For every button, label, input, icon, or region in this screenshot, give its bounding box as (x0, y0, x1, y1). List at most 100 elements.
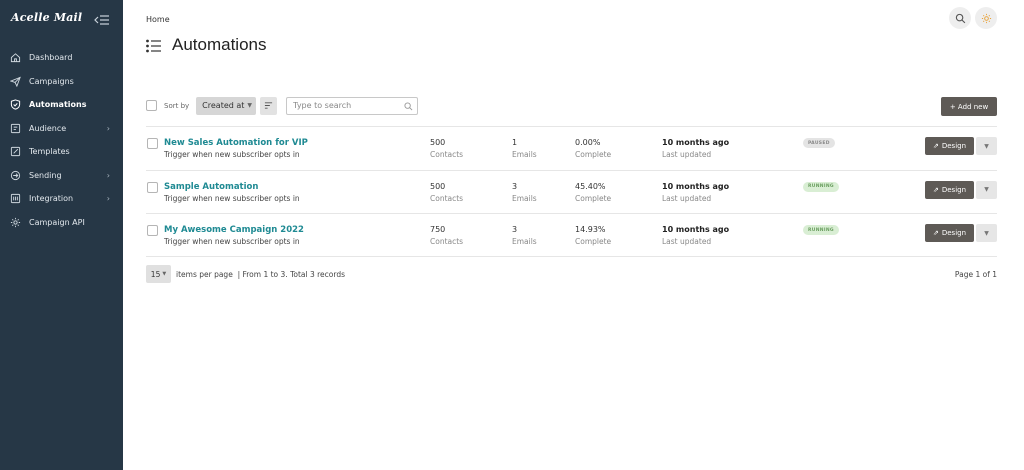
pagination-summary: items per page | From 1 to 3. Total 3 re… (176, 269, 345, 279)
contacts-label: Contacts (430, 237, 464, 246)
list-toolbar: Sort by Created at ▼ (146, 96, 419, 115)
theme-toggle-button[interactable] (975, 7, 997, 29)
caret-down-icon: ▼ (984, 186, 989, 193)
emails-value: 1 (512, 138, 518, 147)
updated-value: 10 months ago (662, 181, 730, 191)
row-checkbox[interactable] (147, 181, 158, 193)
contacts-label: Contacts (430, 150, 464, 159)
sort-by-value: Created at (202, 101, 245, 110)
search-input[interactable] (293, 101, 399, 110)
shield-check-icon (10, 99, 21, 110)
automation-name-link[interactable]: My Awesome Campaign 2022 (164, 224, 304, 236)
complete-cell: 0.00% Complete (575, 137, 611, 160)
per-page-select[interactable]: 15 ▼ (146, 265, 171, 283)
page-title: Automations (146, 35, 267, 55)
design-button[interactable]: ⇗ Design (925, 137, 974, 155)
sidebar-item-dashboard[interactable]: Dashboard (0, 46, 123, 70)
automation-name-link[interactable]: New Sales Automation for VIP (164, 137, 308, 149)
status-badge: RUNNING (803, 181, 839, 192)
sidebar-item-label: Sending (29, 170, 62, 180)
updated-label: Last updated (662, 150, 712, 159)
complete-label: Complete (575, 150, 612, 159)
sort-direction-button[interactable] (260, 96, 278, 115)
table-row: New Sales Automation for VIP Trigger whe… (146, 126, 997, 170)
sidebar-item-label: Dashboard (29, 53, 73, 63)
sidebar-item-audience[interactable]: Audience › (0, 117, 123, 141)
design-button-label: Design (941, 185, 967, 194)
add-new-button[interactable]: + Add new (941, 97, 997, 116)
chevron-right-icon: › (106, 123, 110, 133)
emails-value: 3 (512, 225, 518, 234)
row-checkbox[interactable] (147, 138, 158, 149)
emails-cell: 3 Emails (512, 224, 537, 247)
automation-name-cell: New Sales Automation for VIP Trigger whe… (164, 137, 308, 160)
contacts-value: 500 (430, 138, 446, 147)
sidebar-item-label: Audience (29, 123, 67, 133)
gear-icon (10, 217, 21, 228)
sidebar-item-automations[interactable]: Automations (0, 93, 123, 117)
sidebar-item-integration[interactable]: Integration › (0, 187, 123, 211)
design-button-label: Design (941, 142, 967, 150)
search-box (286, 96, 419, 115)
emails-label: Emails (512, 150, 537, 159)
automation-name-link[interactable]: Sample Automation (164, 181, 300, 193)
sidebar-item-campaigns[interactable]: Campaigns (0, 70, 123, 94)
edit-icon (10, 146, 21, 157)
complete-value: 0.00% (575, 138, 601, 147)
breadcrumb[interactable]: Home (146, 15, 170, 24)
design-icon: ⇗ (932, 142, 939, 150)
automation-trigger: Trigger when new subscriber opts in (164, 237, 300, 246)
sort-by-select[interactable]: Created at ▼ (196, 96, 257, 115)
design-icon: ⇗ (932, 185, 939, 194)
audience-icon (10, 123, 21, 134)
complete-label: Complete (575, 193, 612, 203)
sending-icon (10, 170, 21, 181)
design-button-label: Design (941, 229, 967, 237)
sidebar-item-templates[interactable]: Templates (0, 140, 123, 164)
send-icon (10, 76, 21, 87)
row-actions-dropdown[interactable]: ▼ (976, 137, 997, 155)
contacts-value: 500 (430, 181, 446, 191)
contacts-cell: 750 Contacts (430, 224, 463, 247)
automations-table: New Sales Automation for VIP Trigger whe… (146, 126, 997, 257)
contacts-cell: 500 Contacts (430, 181, 463, 204)
updated-label: Last updated (662, 193, 712, 203)
contacts-cell: 500 Contacts (430, 137, 463, 160)
caret-down-icon: ▼ (247, 102, 253, 109)
complete-value: 14.93% (575, 225, 606, 234)
automation-name-cell: My Awesome Campaign 2022 Trigger when ne… (164, 224, 304, 247)
automation-name-cell: Sample Automation Trigger when new subsc… (164, 181, 300, 204)
caret-down-icon: ▼ (984, 229, 989, 237)
collapse-sidebar-icon[interactable] (94, 11, 110, 25)
pagination-bar: 15 ▼ items per page | From 1 to 3. Total… (146, 265, 345, 283)
app-logo[interactable]: Acelle Mail (11, 11, 82, 24)
sidebar-item-campaign-api[interactable]: Campaign API (0, 211, 123, 235)
complete-cell: 14.93% Complete (575, 224, 611, 247)
status-badge: PAUSED (803, 138, 835, 148)
emails-value: 3 (512, 181, 518, 191)
emails-label: Emails (512, 237, 537, 246)
chevron-right-icon: › (106, 170, 110, 180)
row-checkbox[interactable] (147, 225, 158, 236)
design-button[interactable]: ⇗ Design (925, 180, 974, 199)
emails-label: Emails (512, 193, 537, 203)
table-row: My Awesome Campaign 2022 Trigger when ne… (146, 213, 997, 257)
design-button[interactable]: ⇗ Design (925, 224, 974, 242)
automation-trigger: Trigger when new subscriber opts in (164, 150, 300, 159)
updated-label: Last updated (662, 237, 712, 246)
sun-icon (981, 13, 991, 23)
updated-value: 10 months ago (662, 225, 730, 234)
sidebar-item-sending[interactable]: Sending › (0, 164, 123, 188)
sidebar-item-label: Campaigns (29, 76, 74, 86)
chevron-right-icon: › (106, 194, 110, 203)
page-title-text: Automations (172, 35, 267, 54)
integration-icon (10, 193, 21, 204)
caret-down-icon: ▼ (162, 271, 167, 277)
select-all-checkbox[interactable] (146, 100, 157, 111)
row-actions-dropdown[interactable]: ▼ (976, 180, 997, 199)
contacts-value: 750 (430, 225, 446, 234)
search-button[interactable] (949, 7, 971, 29)
emails-cell: 1 Emails (512, 137, 537, 160)
caret-down-icon: ▼ (984, 142, 989, 150)
row-actions-dropdown[interactable]: ▼ (976, 224, 997, 242)
